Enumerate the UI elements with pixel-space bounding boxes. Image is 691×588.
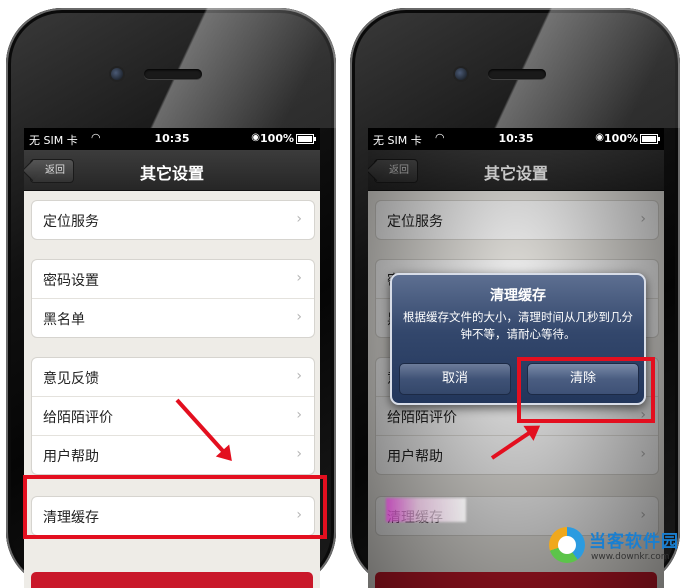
row-label: 意见反馈 [43,371,99,387]
earpiece-speaker [488,69,546,79]
site-watermark: 当客软件园 www.downkr.com [547,521,685,573]
group-location: 定位服务 › [31,200,315,240]
status-bar: 无 SIM 卡 ◠ 10:35 ◉ 100% [368,128,664,150]
page-title: 其它设置 [139,164,204,183]
glass-reflection [126,8,336,128]
blurred-region [386,498,466,522]
battery-icon [296,134,316,144]
group-privacy: 密码设置 › 黑名单 › [31,259,315,338]
row-location[interactable]: 定位服务 › [32,201,314,239]
cancel-button[interactable]: 取消 [399,363,511,395]
group-support: 意见反馈 › 给陌陌评价 › 用户帮助 › [31,357,315,475]
status-bar: 无 SIM 卡 ◠ 10:35 ◉ 100% [24,128,320,150]
alert-title: 清理缓存 [490,288,546,304]
navigation-bar: 返回 其它设置 [24,150,320,191]
row-help[interactable]: 用户帮助 › [32,435,314,474]
highlight-clear-cache-row [23,475,327,539]
alert-message: 根据缓存文件的大小，清理时间从几秒到几分钟不等，请耐心等待。 [403,310,633,341]
row-label: 定位服务 [43,214,99,230]
chevron-right-icon: › [296,211,302,227]
chevron-right-icon: › [296,446,302,462]
row-label: 黑名单 [43,312,85,328]
glass-reflection [470,8,680,128]
chevron-right-icon: › [296,270,302,286]
row-label: 给陌陌评价 [43,410,113,426]
orientation-lock-icon: ◉ [251,132,260,143]
battery-percent: 100% [604,132,638,145]
row-label: 用户帮助 [43,449,99,465]
chevron-right-icon: › [296,368,302,384]
battery-icon [640,134,660,144]
watermark-logo-icon [549,527,585,563]
row-password[interactable]: 密码设置 › [32,260,314,298]
front-camera-icon [455,68,467,80]
front-camera-icon [111,68,123,80]
watermark-url: www.downkr.com [591,552,670,562]
row-feedback[interactable]: 意见反馈 › [32,358,314,396]
chevron-right-icon: › [296,309,302,325]
row-label: 密码设置 [43,273,99,289]
chevron-right-icon: › [296,407,302,423]
logout-button[interactable] [31,572,313,588]
orientation-lock-icon: ◉ [595,132,604,143]
highlight-clear-button [517,357,655,423]
earpiece-speaker [144,69,202,79]
row-rate[interactable]: 给陌陌评价 › [32,396,314,435]
battery-percent: 100% [260,132,294,145]
row-blacklist[interactable]: 黑名单 › [32,298,314,337]
watermark-name: 当客软件园 [589,532,679,552]
